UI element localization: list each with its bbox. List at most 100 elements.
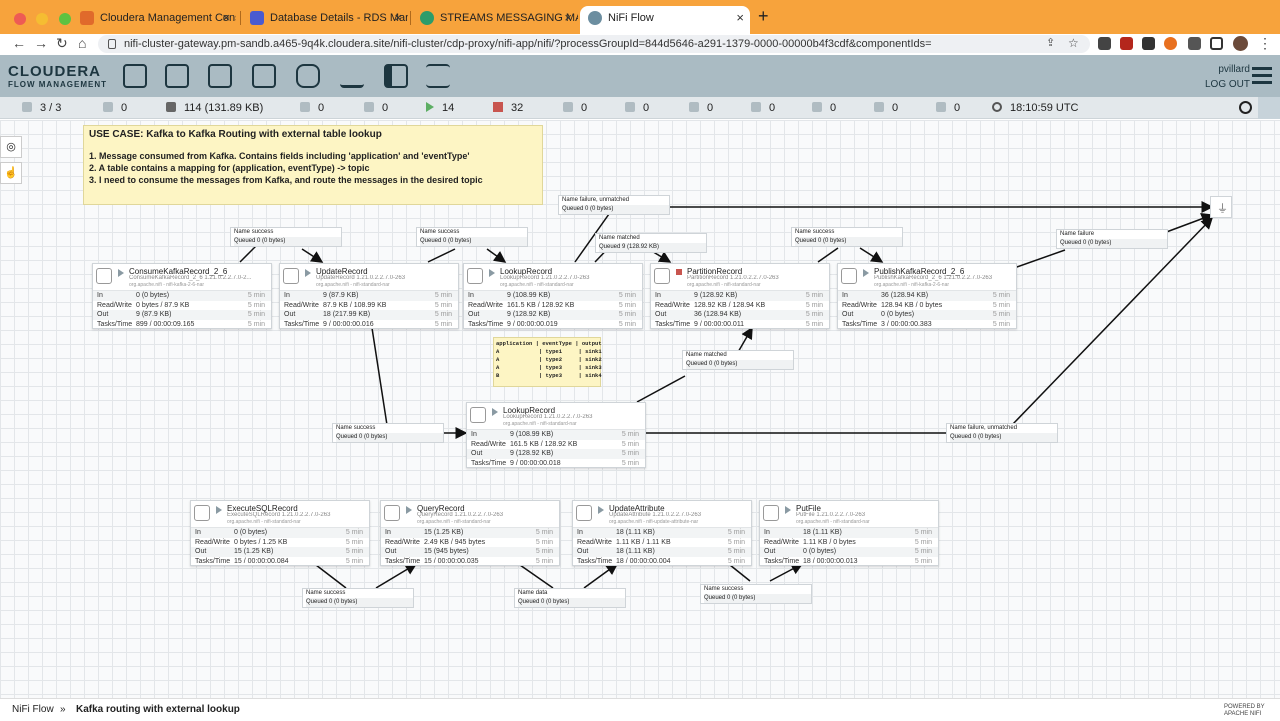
connection-label[interactable]: Name matched Queued 0 (0 bytes) — [682, 350, 794, 370]
remote-group-tool-icon[interactable] — [296, 64, 320, 88]
connection-label[interactable]: Name data Queued 0 (0 bytes) — [514, 588, 626, 608]
connection-label[interactable]: Name success Queued 0 (0 bytes) — [332, 423, 444, 443]
processor-bundle: org.apache.nifi - nifi-standard-nar — [687, 282, 761, 288]
connection-label[interactable]: Name failure, unmatched Queued 0 (0 byte… — [558, 195, 670, 215]
stat-row-tasks: Tasks/Time 9 / 00:00:00.016 5 min — [284, 321, 452, 329]
running-play-icon — [426, 102, 434, 112]
processor-icon — [654, 268, 670, 284]
processor-1[interactable]: UpdateRecord UpdateRecord 1.21.0.2.2.7.0… — [279, 263, 459, 329]
processor-bundle: org.apache.nifi - nifi-update-attribute-… — [609, 519, 699, 525]
extension-icon[interactable] — [1098, 37, 1111, 50]
browser-tab-nifi-flow[interactable]: NiFi Flow × — [580, 6, 750, 34]
reload-icon[interactable]: ↻ — [56, 34, 68, 52]
processor-bundle: org.apache.nifi - nifi-kafka-2-6-nar — [129, 282, 205, 288]
processor-5[interactable]: LookupRecord LookupRecord 1.21.0.2.2.7.0… — [466, 402, 646, 468]
address-bar: ← → ↻ ⌂ nifi-cluster-gateway.pm-sandb.a4… — [0, 34, 1280, 54]
connection-label[interactable]: Name success Queued 0 (0 bytes) — [230, 227, 342, 247]
search-icon[interactable] — [1239, 101, 1252, 114]
close-tab-icon[interactable]: × — [564, 6, 572, 30]
connection-label[interactable]: Name matched Queued 9 (128.92 KB) — [595, 233, 707, 253]
connection-label[interactable]: Name failure Queued 0 (0 bytes) — [1056, 229, 1168, 249]
url-input[interactable]: nifi-cluster-gateway.pm-sandb.a465-9q4k.… — [98, 35, 1090, 53]
funnel-tool-icon[interactable] — [340, 64, 364, 88]
browser-menu-icon[interactable]: ⋮ — [1258, 34, 1272, 52]
browser-tab-streams[interactable]: STREAMS MESSAGING MANAG× — [412, 6, 578, 30]
navigate-panel-button[interactable]: ◎ — [0, 136, 22, 158]
stat-row-out: Out 9 (87.9 KB) 5 min — [93, 310, 271, 321]
sidebar-icon[interactable] — [1210, 37, 1223, 50]
processor-bundle: org.apache.nifi - nifi-standard-nar — [417, 519, 491, 525]
stopped-play-state-icon — [492, 408, 498, 416]
forward-arrow-icon[interactable]: → — [34, 34, 48, 52]
stat-row-rw: Read/Write 1.11 KB / 1.11 KB 5 min — [577, 538, 745, 546]
processor-6[interactable]: ExecuteSQLRecord ExecuteSQLRecord 1.21.0… — [190, 500, 370, 566]
label-tool-icon[interactable] — [426, 64, 450, 88]
connection-line — [427, 248, 456, 263]
processor-0[interactable]: ConsumeKafkaRecord_2_6 ConsumeKafkaRecor… — [92, 263, 272, 329]
extension-shield-icon[interactable] — [1120, 37, 1133, 50]
share-icon[interactable]: ⇪ — [1046, 34, 1055, 52]
window-controls — [14, 12, 77, 30]
processor-3[interactable]: PartitionRecord PartitionRecord 1.21.0.2… — [650, 263, 830, 329]
processor-tool-icon[interactable] — [123, 64, 147, 88]
new-tab-icon[interactable]: + — [758, 6, 769, 27]
flow-canvas[interactable]: ◎ ☝ USE CASE: Kafka to Kafka Routing wit… — [0, 120, 1280, 698]
use-case-note[interactable]: USE CASE: Kafka to Kafka Routing with ex… — [83, 125, 543, 205]
connection-name: failure, unmatched — [579, 197, 630, 203]
asterisk-icon — [751, 102, 761, 112]
close-tab-icon[interactable]: × — [394, 6, 402, 30]
close-window-button[interactable] — [14, 13, 26, 25]
stat-row-rw: Read/Write 87.9 KB / 108.99 KB 5 min — [284, 301, 452, 309]
processor-8[interactable]: UpdateAttribute UpdateAttribute 1.21.0.2… — [572, 500, 752, 566]
maximize-window-button[interactable] — [58, 13, 71, 25]
bulletin-board-button[interactable] — [1258, 97, 1280, 119]
template-tool-icon[interactable] — [384, 64, 408, 88]
connection-queued: 0 (0 bytes) — [443, 238, 472, 244]
profile-avatar[interactable] — [1233, 36, 1248, 51]
processor-type: PutFile 1.21.0.2.2.7.0-263 — [796, 512, 866, 518]
breadcrumb-root-link[interactable]: NiFi Flow — [12, 699, 54, 721]
back-arrow-icon[interactable]: ← — [12, 34, 26, 52]
browser-tab-cloudera[interactable]: Cloudera Management Conso × — [72, 6, 236, 30]
stopped-state-icon — [676, 269, 682, 275]
processor-4[interactable]: PublishKafkaRecord_2_6 PublishKafkaRecor… — [837, 263, 1017, 329]
process-group-tool-icon[interactable] — [252, 64, 276, 88]
connection-label[interactable]: Name success Queued 0 (0 bytes) — [416, 227, 528, 247]
locally-modified-status: 0 — [751, 97, 775, 119]
global-menu-icon[interactable] — [1252, 67, 1272, 88]
home-icon[interactable]: ⌂ — [78, 34, 86, 52]
close-tab-icon[interactable]: × — [222, 6, 230, 30]
connection-line — [1011, 216, 1214, 426]
extension-icon[interactable] — [1142, 37, 1155, 50]
stat-row-out: Out 18 (217.99 KB) 5 min — [280, 310, 458, 321]
processor-2[interactable]: LookupRecord LookupRecord 1.21.0.2.2.7.0… — [463, 263, 643, 329]
input-port-tool-icon[interactable] — [165, 64, 189, 88]
connection-label[interactable]: Name success Queued 0 (0 bytes) — [700, 584, 812, 604]
stopped-play-state-icon — [785, 506, 791, 514]
connection-label[interactable]: Name failure, unmatched Queued 0 (0 byte… — [946, 423, 1058, 443]
logout-link[interactable]: LOG OUT — [1205, 79, 1250, 90]
output-port-tool-icon[interactable] — [208, 64, 232, 88]
stat-row-in: In 0 (0 bytes) 5 min — [191, 528, 369, 538]
bookmark-star-icon[interactable]: ☆ — [1068, 34, 1079, 52]
stat-row-out: Out 18 (1.11 KB) 5 min — [573, 547, 751, 558]
lookup-table-note[interactable]: application | eventType | output A | typ… — [493, 337, 602, 387]
connection-label[interactable]: Name success Queued 0 (0 bytes) — [302, 588, 414, 608]
connection-queued: 0 (0 bytes) — [541, 599, 570, 605]
refresh-icon[interactable] — [992, 102, 1002, 112]
extension-icon[interactable] — [1164, 37, 1177, 50]
last-refresh-status: 18:10:59 UTC — [992, 97, 1078, 119]
connection-line — [519, 564, 554, 589]
processor-7[interactable]: QueryRecord QueryRecord 1.21.0.2.2.7.0-2… — [380, 500, 560, 566]
minimize-window-button[interactable] — [36, 13, 49, 25]
operate-panel-button[interactable]: ☝ — [0, 162, 22, 184]
funnel[interactable]: ⏚ — [1210, 196, 1232, 218]
breadcrumb-bar: NiFi Flow » Kafka routing with external … — [0, 698, 1280, 720]
processor-9[interactable]: PutFile PutFile 1.21.0.2.2.7.0-263 org.a… — [759, 500, 939, 566]
close-tab-icon[interactable]: × — [736, 6, 744, 30]
puzzle-icon[interactable] — [1188, 37, 1201, 50]
processor-icon — [841, 268, 857, 284]
connection-name: success — [251, 229, 274, 235]
browser-tab-rds[interactable]: Database Details - RDS Manag× — [242, 6, 408, 30]
connection-label[interactable]: Name success Queued 0 (0 bytes) — [791, 227, 903, 247]
